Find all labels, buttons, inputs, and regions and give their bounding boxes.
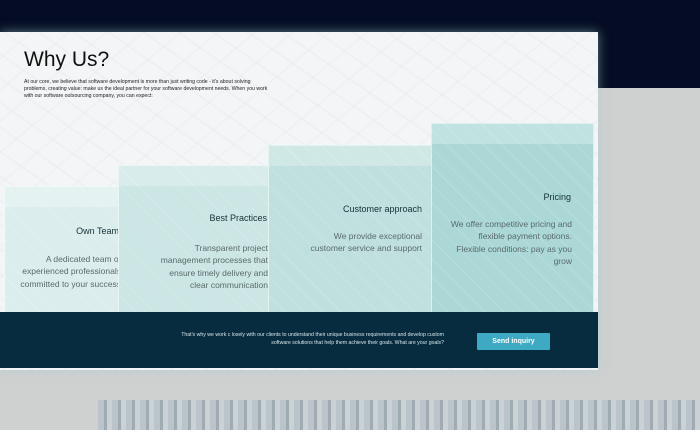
card-pricing: Pricing We offer competitive pricing and… [431, 123, 594, 314]
right-gray-margin [600, 88, 700, 370]
send-inquiry-button[interactable]: Send inquiry [477, 333, 550, 350]
card-text: Transparent project management processes… [160, 243, 268, 290]
card-text: We provide exceptional customer service … [310, 231, 423, 254]
card-text: We offer competitive pricing and flexibl… [450, 219, 572, 266]
page-title: Why Us? [24, 48, 110, 71]
card-title: Best Practices [209, 213, 267, 223]
card-title: Pricing [543, 192, 571, 202]
card-title: Own Team [76, 226, 119, 236]
card-customer-approach: Customer approach We provide exceptional… [268, 145, 443, 314]
footer-text: That's why we work c losely with our cli… [181, 332, 444, 346]
intro-paragraph: At our core, we believe that software de… [24, 79, 268, 100]
card-title: Customer approach [342, 204, 422, 214]
card-best-practices: Best Practices Transparent project manag… [118, 165, 292, 314]
card-text: A dedicated team of experienced professi… [20, 254, 121, 289]
next-section-image-preview [98, 400, 700, 430]
